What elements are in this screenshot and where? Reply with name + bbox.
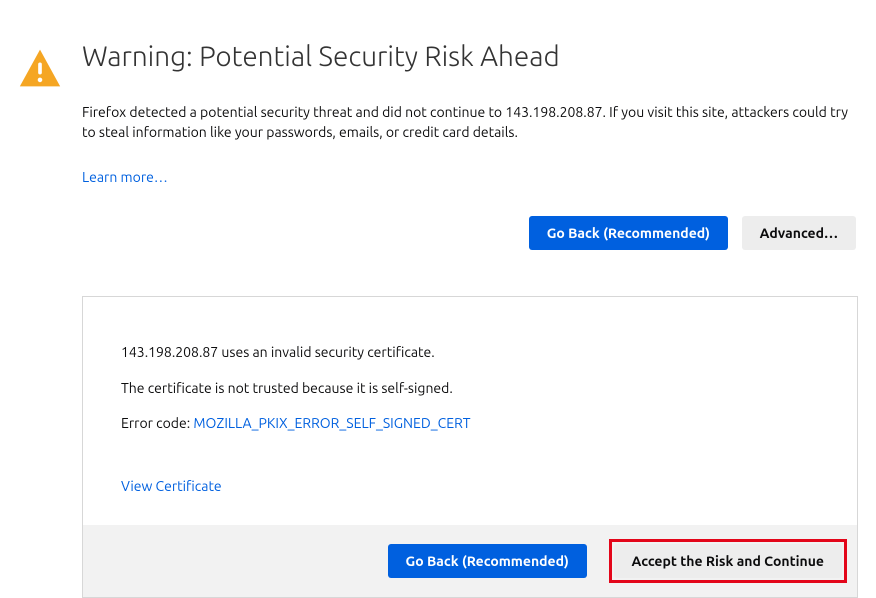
self-signed-text: The certificate is not trusted because i…	[121, 379, 819, 399]
go-back-button[interactable]: Go Back (Recommended)	[529, 216, 728, 250]
accept-highlight: Accept the Risk and Continue	[609, 539, 848, 583]
page-title: Warning: Potential Security Risk Ahead	[82, 40, 858, 74]
accept-risk-button[interactable]: Accept the Risk and Continue	[614, 544, 843, 578]
go-back-button-2[interactable]: Go Back (Recommended)	[388, 544, 587, 578]
invalid-cert-text: 143.198.208.87 uses an invalid security …	[121, 343, 819, 363]
learn-more-link[interactable]: Learn more…	[82, 169, 168, 185]
warning-icon	[18, 46, 62, 90]
warning-description: Firefox detected a potential security th…	[82, 102, 858, 143]
advanced-button[interactable]: Advanced…	[742, 216, 856, 250]
error-code-link[interactable]: MOZILLA_PKIX_ERROR_SELF_SIGNED_CERT	[193, 415, 470, 431]
error-code-line: Error code: MOZILLA_PKIX_ERROR_SELF_SIGN…	[121, 414, 819, 434]
view-certificate-link[interactable]: View Certificate	[121, 478, 222, 494]
advanced-panel: 143.198.208.87 uses an invalid security …	[82, 296, 858, 598]
error-code-prefix: Error code:	[121, 415, 193, 431]
